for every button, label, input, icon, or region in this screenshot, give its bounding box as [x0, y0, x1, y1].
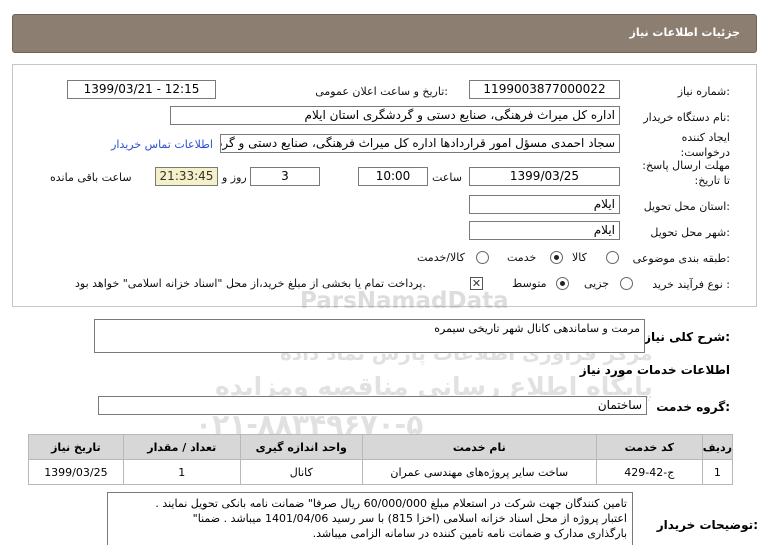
announce-datetime-field: 1399/03/21 - 12:15: [67, 80, 216, 99]
cell-service-name: ساخت سایر پروژه‌های مهندسی عمران: [361, 459, 597, 485]
remaining-time-field: 21:33:45: [155, 167, 218, 186]
buyer-notes-label: توضیحات خریدار:: [656, 518, 758, 532]
header-bar: جزئیات اطلاعات نیاز: [12, 14, 757, 53]
payment-note: پرداخت تمام یا بخشی از مبلغ خرید،از محل …: [75, 277, 426, 290]
col-header-quantity: تعداد / مقدار: [122, 434, 241, 460]
requester-label: ایجاد کننده درخواست:: [680, 131, 730, 159]
table-row: 1 ج-42-429 ساخت سایر پروژه‌های مهندسی عم…: [28, 459, 734, 485]
deadline-time-label: ساعت: [432, 171, 462, 184]
process-radio-minor[interactable]: [620, 277, 633, 290]
delivery-city-label: شهر محل تحویل:: [650, 226, 730, 239]
cell-service-code: ج-42-429: [595, 459, 703, 485]
delivery-province-field: ایلام: [469, 195, 620, 214]
services-table: ردیف کد خدمت نام خدمت واحد اندازه گیری ت…: [28, 434, 734, 485]
deadline-date-field: 1399/03/25: [469, 167, 620, 186]
cell-quantity: 1: [122, 459, 241, 485]
col-header-service-code: کد خدمت: [595, 434, 703, 460]
process-radio-medium[interactable]: [556, 277, 569, 290]
service-group-label: گروه خدمت:: [656, 400, 730, 414]
remaining-time-label: ساعت باقی مانده: [50, 171, 132, 184]
category-radio-goods-service[interactable]: [476, 251, 489, 264]
deadline-label: مهلت ارسال پاسخ: تا تاریخ:: [642, 159, 730, 187]
process-option-medium: متوسط: [512, 277, 547, 290]
col-header-row-no: ردیف: [701, 434, 734, 460]
requester-field: سجاد احمدی مسؤل امور قراردادها اداره کل …: [220, 134, 620, 153]
col-header-need-date: تاریخ نیاز: [28, 434, 124, 460]
buyer-contact-link[interactable]: اطلاعات تماس خریدار: [111, 138, 213, 151]
deadline-days-field: 3: [250, 167, 320, 186]
delivery-city-field: ایلام: [469, 221, 620, 240]
buyer-org-field: اداره کل میراث فرهنگی، صنایع دستی و گردش…: [170, 106, 620, 125]
deadline-time-field: 10:00: [358, 167, 428, 186]
deadline-days-label: روز و: [222, 171, 247, 184]
purchase-process-label: نوع فرآیند خرید :: [652, 278, 730, 291]
services-section-title: اطلاعات خدمات مورد نیاز: [579, 363, 730, 377]
table-header-row: ردیف کد خدمت نام خدمت واحد اندازه گیری ت…: [28, 434, 734, 460]
cell-row-no: 1: [701, 459, 734, 485]
service-group-field: ساختمان: [98, 396, 647, 415]
general-desc-label: شرح کلی نیاز:: [644, 330, 730, 344]
buyer-notes-field: تامین کنندگان جهت شرکت در استعلام مبلغ 6…: [107, 492, 633, 545]
category-radio-service[interactable]: [550, 251, 563, 264]
notes-line-3: بارگذاری مدارک و ضمانت نامه تامین کننده …: [312, 527, 627, 540]
need-number-label: شماره نیاز:: [677, 85, 730, 98]
category-label: طبقه بندی موضوعی:: [632, 252, 730, 265]
category-option-goods: کالا: [572, 251, 587, 264]
category-option-goods-service: کالا/خدمت: [417, 251, 465, 264]
need-number-field: 1199003877000022: [469, 80, 620, 99]
delivery-province-label: استان محل تحویل:: [643, 200, 730, 213]
category-option-service: خدمت: [507, 251, 537, 264]
col-header-unit: واحد اندازه گیری: [239, 434, 363, 460]
general-desc-field: مرمت و ساماندهی کانال شهر تاریخی سیمره: [94, 319, 645, 353]
page-title: جزئیات اطلاعات نیاز: [629, 26, 741, 39]
process-option-minor: جزیی: [584, 277, 610, 290]
payment-checkbox[interactable]: ✕: [470, 277, 483, 290]
category-radio-goods[interactable]: [606, 251, 619, 264]
notes-line-2: اعتبار پروژه از محل اسناد خزانه اسلامی (…: [192, 512, 627, 525]
cell-unit: کانال: [239, 459, 363, 485]
buyer-org-label: نام دستگاه خریدار:: [643, 111, 730, 124]
announce-datetime-label: تاریخ و ساعت اعلان عمومی:: [315, 85, 448, 98]
cell-need-date: 1399/03/25: [28, 459, 124, 485]
col-header-service-name: نام خدمت: [361, 434, 597, 460]
notes-line-1: تامین کنندگان جهت شرکت در استعلام مبلغ 6…: [155, 497, 627, 510]
